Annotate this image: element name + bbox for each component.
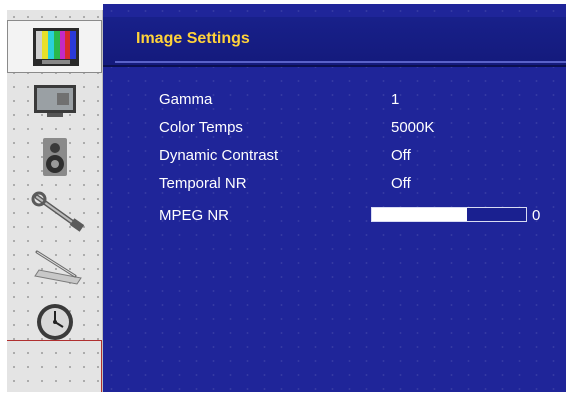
menu-value: 5000K	[391, 119, 435, 136]
menu-row-gamma[interactable]: Gamma 1	[103, 88, 566, 112]
speaker-icon	[43, 138, 67, 176]
menu-label: Gamma	[159, 91, 213, 108]
pen-ruler-icon	[34, 250, 82, 285]
bottom-border	[0, 392, 566, 406]
mpeg-nr-slider[interactable]	[371, 207, 527, 222]
slider-fill	[372, 208, 468, 221]
sidebar-item-audio[interactable]	[7, 130, 102, 183]
monitor-icon	[34, 85, 76, 117]
wrench-icon	[31, 191, 85, 232]
sidebar-item-tools[interactable]	[7, 185, 102, 238]
settings-panel: Image Settings Gamma 1 Color Temps 5000K…	[103, 4, 566, 400]
menu-value: Off	[391, 175, 411, 192]
menu-value: 1	[391, 91, 400, 108]
sidebar-item-display[interactable]	[7, 75, 102, 128]
icon-sidebar	[7, 10, 103, 400]
menu-row-mpeg-nr[interactable]: MPEG NR 0	[103, 204, 566, 228]
sidebar-item-image[interactable]	[7, 20, 102, 73]
sidebar-empty-slot	[7, 340, 102, 398]
slider-value: 0	[532, 207, 541, 224]
menu-label: Dynamic Contrast	[159, 147, 279, 164]
menu-value: Off	[391, 147, 411, 164]
menu-label: Temporal NR	[159, 175, 247, 192]
menu-row-dynamic-contrast[interactable]: Dynamic Contrast Off	[103, 144, 566, 168]
title-divider	[115, 61, 566, 63]
menu-label: Color Temps	[159, 119, 243, 136]
sidebar-item-setup[interactable]	[7, 240, 102, 293]
menu-row-color-temps[interactable]: Color Temps 5000K	[103, 116, 566, 140]
menu-row-temporal-nr[interactable]: Temporal NR Off	[103, 172, 566, 196]
page-title: Image Settings	[136, 30, 250, 47]
color-bars-icon	[33, 28, 79, 66]
menu-label: MPEG NR	[159, 207, 230, 224]
globe-clock-icon	[37, 304, 73, 340]
osd-window: Image Settings Gamma 1 Color Temps 5000K…	[0, 0, 566, 406]
